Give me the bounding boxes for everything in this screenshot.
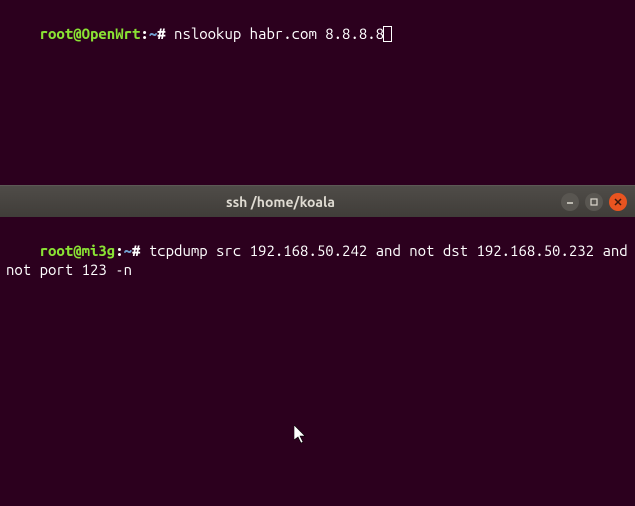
- prompt-colon-bottom: :: [115, 242, 123, 259]
- prompt-user-top: root@OpenWrt: [40, 25, 141, 42]
- prompt-colon-top: :: [140, 25, 148, 42]
- window-title: ssh /home/koala: [0, 194, 561, 210]
- terminal-bottom[interactable]: root@mi3g:~# tcpdump src 192.168.50.242 …: [0, 217, 635, 506]
- terminal-top[interactable]: root@OpenWrt:~# nslookup habr.com 8.8.8.…: [0, 0, 635, 185]
- prompt-user-bottom: root@mi3g: [40, 242, 116, 259]
- terminal-bottom-line: root@mi3g:~# tcpdump src 192.168.50.242 …: [6, 223, 629, 298]
- window-titlebar[interactable]: ssh /home/koala: [0, 185, 635, 217]
- minimize-button[interactable]: [561, 193, 579, 211]
- maximize-icon: [590, 198, 598, 206]
- text-cursor: [383, 26, 392, 42]
- maximize-button[interactable]: [585, 193, 603, 211]
- prompt-hash-bottom: #: [132, 242, 149, 259]
- command-top: nslookup habr.com 8.8.8.8: [174, 25, 384, 42]
- close-button[interactable]: [609, 193, 627, 211]
- window-buttons: [561, 193, 635, 211]
- minimize-icon: [566, 198, 574, 206]
- close-icon: [614, 198, 622, 206]
- prompt-path-bottom: ~: [124, 242, 132, 259]
- prompt-path-top: ~: [149, 25, 157, 42]
- terminal-top-line: root@OpenWrt:~# nslookup habr.com 8.8.8.…: [6, 6, 629, 62]
- prompt-hash-top: #: [157, 25, 174, 42]
